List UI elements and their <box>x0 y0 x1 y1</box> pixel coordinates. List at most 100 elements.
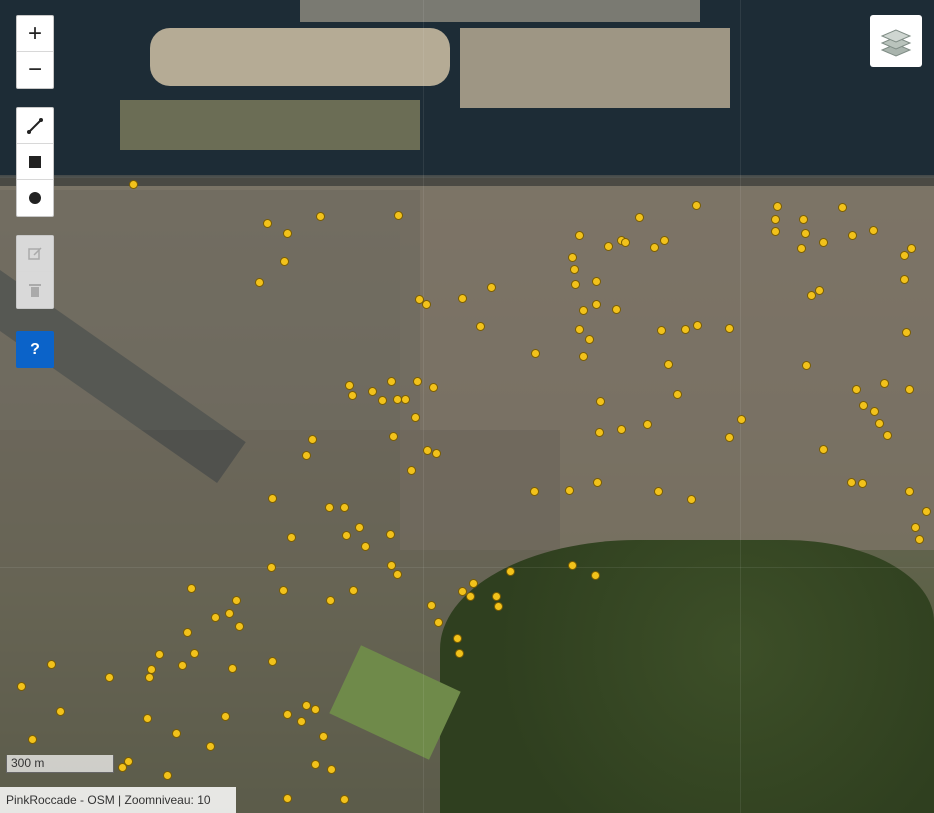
map-marker[interactable] <box>612 305 621 314</box>
map-marker[interactable] <box>807 291 816 300</box>
map-marker[interactable] <box>394 211 403 220</box>
map-marker[interactable] <box>325 503 334 512</box>
map-marker[interactable] <box>852 385 861 394</box>
map-marker[interactable] <box>568 561 577 570</box>
map-marker[interactable] <box>650 243 659 252</box>
map-marker[interactable] <box>819 238 828 247</box>
map-marker[interactable] <box>617 425 626 434</box>
map-marker[interactable] <box>386 530 395 539</box>
map-marker[interactable] <box>407 466 416 475</box>
map-marker[interactable] <box>635 213 644 222</box>
map-marker[interactable] <box>268 657 277 666</box>
zoom-in-button[interactable]: + <box>17 16 53 52</box>
zoom-out-button[interactable]: − <box>17 52 53 88</box>
map-marker[interactable] <box>530 487 539 496</box>
map-marker[interactable] <box>368 387 377 396</box>
map-marker[interactable] <box>660 236 669 245</box>
map-marker[interactable] <box>900 275 909 284</box>
map-marker[interactable] <box>17 682 26 691</box>
map-marker[interactable] <box>190 649 199 658</box>
draw-circle-button[interactable] <box>17 180 53 216</box>
map-marker[interactable] <box>268 494 277 503</box>
map-marker[interactable] <box>771 215 780 224</box>
map-marker[interactable] <box>506 567 515 576</box>
map-marker[interactable] <box>349 586 358 595</box>
map-marker[interactable] <box>681 325 690 334</box>
map-marker[interactable] <box>693 321 702 330</box>
map-marker[interactable] <box>870 407 879 416</box>
map-marker[interactable] <box>145 673 154 682</box>
map-marker[interactable] <box>340 795 349 804</box>
map-marker[interactable] <box>815 286 824 295</box>
layer-switcher-button[interactable] <box>870 15 922 67</box>
map-marker[interactable] <box>221 712 230 721</box>
map-marker[interactable] <box>319 732 328 741</box>
map-marker[interactable] <box>311 760 320 769</box>
map-marker[interactable] <box>797 244 806 253</box>
map-marker[interactable] <box>355 523 364 532</box>
map-marker[interactable] <box>172 729 181 738</box>
map-marker[interactable] <box>327 765 336 774</box>
map-marker[interactable] <box>725 433 734 442</box>
map-marker[interactable] <box>287 533 296 542</box>
map-marker[interactable] <box>283 794 292 803</box>
map-marker[interactable] <box>345 381 354 390</box>
map-marker[interactable] <box>593 478 602 487</box>
map-marker[interactable] <box>232 596 241 605</box>
map-marker[interactable] <box>579 306 588 315</box>
map-marker[interactable] <box>178 661 187 670</box>
map-marker[interactable] <box>342 531 351 540</box>
map-marker[interactable] <box>206 742 215 751</box>
map-marker[interactable] <box>880 379 889 388</box>
map-marker[interactable] <box>413 377 422 386</box>
map-marker[interactable] <box>570 265 579 274</box>
map-marker[interactable] <box>596 397 605 406</box>
map-marker[interactable] <box>858 479 867 488</box>
map-marker[interactable] <box>687 495 696 504</box>
map-marker[interactable] <box>487 283 496 292</box>
map-marker[interactable] <box>902 328 911 337</box>
map-marker[interactable] <box>143 714 152 723</box>
map-marker[interactable] <box>453 634 462 643</box>
map-marker[interactable] <box>340 503 349 512</box>
map-marker[interactable] <box>568 253 577 262</box>
map-marker[interactable] <box>591 571 600 580</box>
map-marker[interactable] <box>883 431 892 440</box>
map-marker[interactable] <box>155 650 164 659</box>
map-marker[interactable] <box>389 432 398 441</box>
map-marker[interactable] <box>799 215 808 224</box>
map-marker[interactable] <box>118 763 127 772</box>
map-marker[interactable] <box>311 705 320 714</box>
map-marker[interactable] <box>228 664 237 673</box>
map-marker[interactable] <box>819 445 828 454</box>
map-marker[interactable] <box>907 244 916 253</box>
map-marker[interactable] <box>801 229 810 238</box>
map-marker[interactable] <box>657 326 666 335</box>
satellite-map[interactable] <box>0 0 934 813</box>
map-marker[interactable] <box>423 446 432 455</box>
map-marker[interactable] <box>575 231 584 240</box>
map-marker[interactable] <box>283 229 292 238</box>
map-marker[interactable] <box>187 584 196 593</box>
map-marker[interactable] <box>492 592 501 601</box>
map-marker[interactable] <box>737 415 746 424</box>
map-marker[interactable] <box>163 771 172 780</box>
map-marker[interactable] <box>643 420 652 429</box>
map-marker[interactable] <box>105 673 114 682</box>
map-marker[interactable] <box>297 717 306 726</box>
map-marker[interactable] <box>565 486 574 495</box>
map-marker[interactable] <box>531 349 540 358</box>
map-marker[interactable] <box>466 592 475 601</box>
map-marker[interactable] <box>915 535 924 544</box>
map-marker[interactable] <box>847 478 856 487</box>
map-marker[interactable] <box>838 203 847 212</box>
map-marker[interactable] <box>308 435 317 444</box>
map-marker[interactable] <box>469 579 478 588</box>
map-marker[interactable] <box>316 212 325 221</box>
map-marker[interactable] <box>28 735 37 744</box>
map-marker[interactable] <box>280 257 289 266</box>
map-marker[interactable] <box>302 701 311 710</box>
map-marker[interactable] <box>773 202 782 211</box>
map-marker[interactable] <box>211 613 220 622</box>
map-marker[interactable] <box>429 383 438 392</box>
